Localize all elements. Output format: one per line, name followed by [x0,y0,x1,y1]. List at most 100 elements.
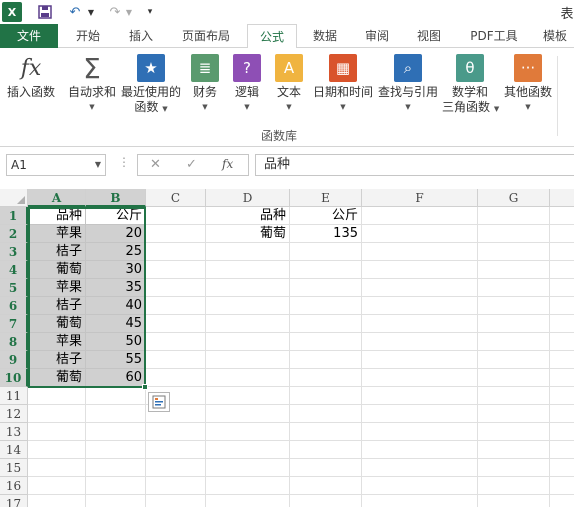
cell-d16[interactable] [206,477,290,495]
tab-view[interactable]: 视图 [406,24,452,48]
tab-data[interactable]: 数据 [302,24,348,48]
lookup-reference-button[interactable]: ⌕ 查找与引用 ▼ [376,54,440,115]
row-header[interactable]: 2 [0,225,28,243]
cell-h5[interactable] [550,279,574,297]
cell-e1[interactable]: 公斤 [290,207,362,225]
cell-g11[interactable] [478,387,550,405]
cell-f3[interactable] [362,243,478,261]
cell-c16[interactable] [146,477,206,495]
cell-g12[interactable] [478,405,550,423]
cell-a9[interactable]: 桔子 [28,351,86,369]
cell-g4[interactable] [478,261,550,279]
cell-f7[interactable] [362,315,478,333]
cell-a15[interactable] [28,459,86,477]
cell-h11[interactable] [550,387,574,405]
financial-button[interactable]: ≣ 财务 ▼ [188,54,222,115]
cell-b13[interactable] [86,423,146,441]
row-header[interactable]: 12 [0,405,28,423]
row-header[interactable]: 13 [0,423,28,441]
cell-c4[interactable] [146,261,206,279]
cell-c10[interactable] [146,369,206,387]
cell-g7[interactable] [478,315,550,333]
cell-a6[interactable]: 桔子 [28,297,86,315]
cell-e2[interactable]: 135 [290,225,362,243]
cell-d3[interactable] [206,243,290,261]
fill-handle[interactable] [142,384,148,390]
cell-f8[interactable] [362,333,478,351]
cell-g9[interactable] [478,351,550,369]
cell-b14[interactable] [86,441,146,459]
cell-e7[interactable] [290,315,362,333]
cell-e16[interactable] [290,477,362,495]
cell-b17[interactable] [86,495,146,507]
cell-a14[interactable] [28,441,86,459]
cell-f14[interactable] [362,441,478,459]
cell-c8[interactable] [146,333,206,351]
cell-e5[interactable] [290,279,362,297]
cell-b2[interactable]: 20 [86,225,146,243]
cell-d5[interactable] [206,279,290,297]
cell-g14[interactable] [478,441,550,459]
row-header[interactable]: 3 [0,243,28,261]
cell-b16[interactable] [86,477,146,495]
enter-icon[interactable]: ✓ [186,157,197,172]
cell-a2[interactable]: 苹果 [28,225,86,243]
cell-d12[interactable] [206,405,290,423]
math-trig-button[interactable]: θ 数学和 三角函数 ▼ [442,54,499,117]
column-header-a[interactable]: A [28,189,86,207]
cell-d11[interactable] [206,387,290,405]
more-functions-button[interactable]: ··· 其他函数 ▼ [502,54,554,115]
tab-review[interactable]: 审阅 [354,24,400,48]
cell-h10[interactable] [550,369,574,387]
cell-a3[interactable]: 桔子 [28,243,86,261]
row-header[interactable]: 16 [0,477,28,495]
cell-e12[interactable] [290,405,362,423]
cell-h7[interactable] [550,315,574,333]
cell-f11[interactable] [362,387,478,405]
chevron-down-icon[interactable]: ▼ [95,155,101,175]
row-header[interactable]: 17 [0,495,28,507]
cell-h8[interactable] [550,333,574,351]
cell-h2[interactable] [550,225,574,243]
tab-home[interactable]: 开始 [64,24,112,48]
cell-f4[interactable] [362,261,478,279]
cell-c5[interactable] [146,279,206,297]
insert-function-button[interactable]: fx 插入函数 [4,54,58,100]
cell-c3[interactable] [146,243,206,261]
cell-b4[interactable]: 30 [86,261,146,279]
tab-insert[interactable]: 插入 [118,24,164,48]
autosum-button[interactable]: Σ 自动求和 ▼ [66,54,118,115]
cell-f6[interactable] [362,297,478,315]
cell-h13[interactable] [550,423,574,441]
cell-d1[interactable]: 品种 [206,207,290,225]
cell-b12[interactable] [86,405,146,423]
column-header-e[interactable]: E [290,189,362,207]
redo-dropdown-icon[interactable]: ▼ [124,2,134,22]
cell-d9[interactable] [206,351,290,369]
cell-h16[interactable] [550,477,574,495]
cell-c7[interactable] [146,315,206,333]
cell-f1[interactable] [362,207,478,225]
cell-g2[interactable] [478,225,550,243]
cell-e14[interactable] [290,441,362,459]
cell-h6[interactable] [550,297,574,315]
cell-a10[interactable]: 葡萄 [28,369,86,387]
cell-h3[interactable] [550,243,574,261]
cell-g8[interactable] [478,333,550,351]
row-header[interactable]: 1 [0,207,28,225]
cell-c1[interactable] [146,207,206,225]
cell-a5[interactable]: 苹果 [28,279,86,297]
cell-h17[interactable] [550,495,574,507]
undo-icon[interactable]: ↶ [66,2,84,22]
column-header-d[interactable]: D [206,189,290,207]
cell-g6[interactable] [478,297,550,315]
cell-e8[interactable] [290,333,362,351]
cell-g3[interactable] [478,243,550,261]
formula-input[interactable]: 品种 [255,154,574,176]
cell-a13[interactable] [28,423,86,441]
cell-h12[interactable] [550,405,574,423]
cell-d15[interactable] [206,459,290,477]
cell-g17[interactable] [478,495,550,507]
cell-b15[interactable] [86,459,146,477]
cell-g5[interactable] [478,279,550,297]
